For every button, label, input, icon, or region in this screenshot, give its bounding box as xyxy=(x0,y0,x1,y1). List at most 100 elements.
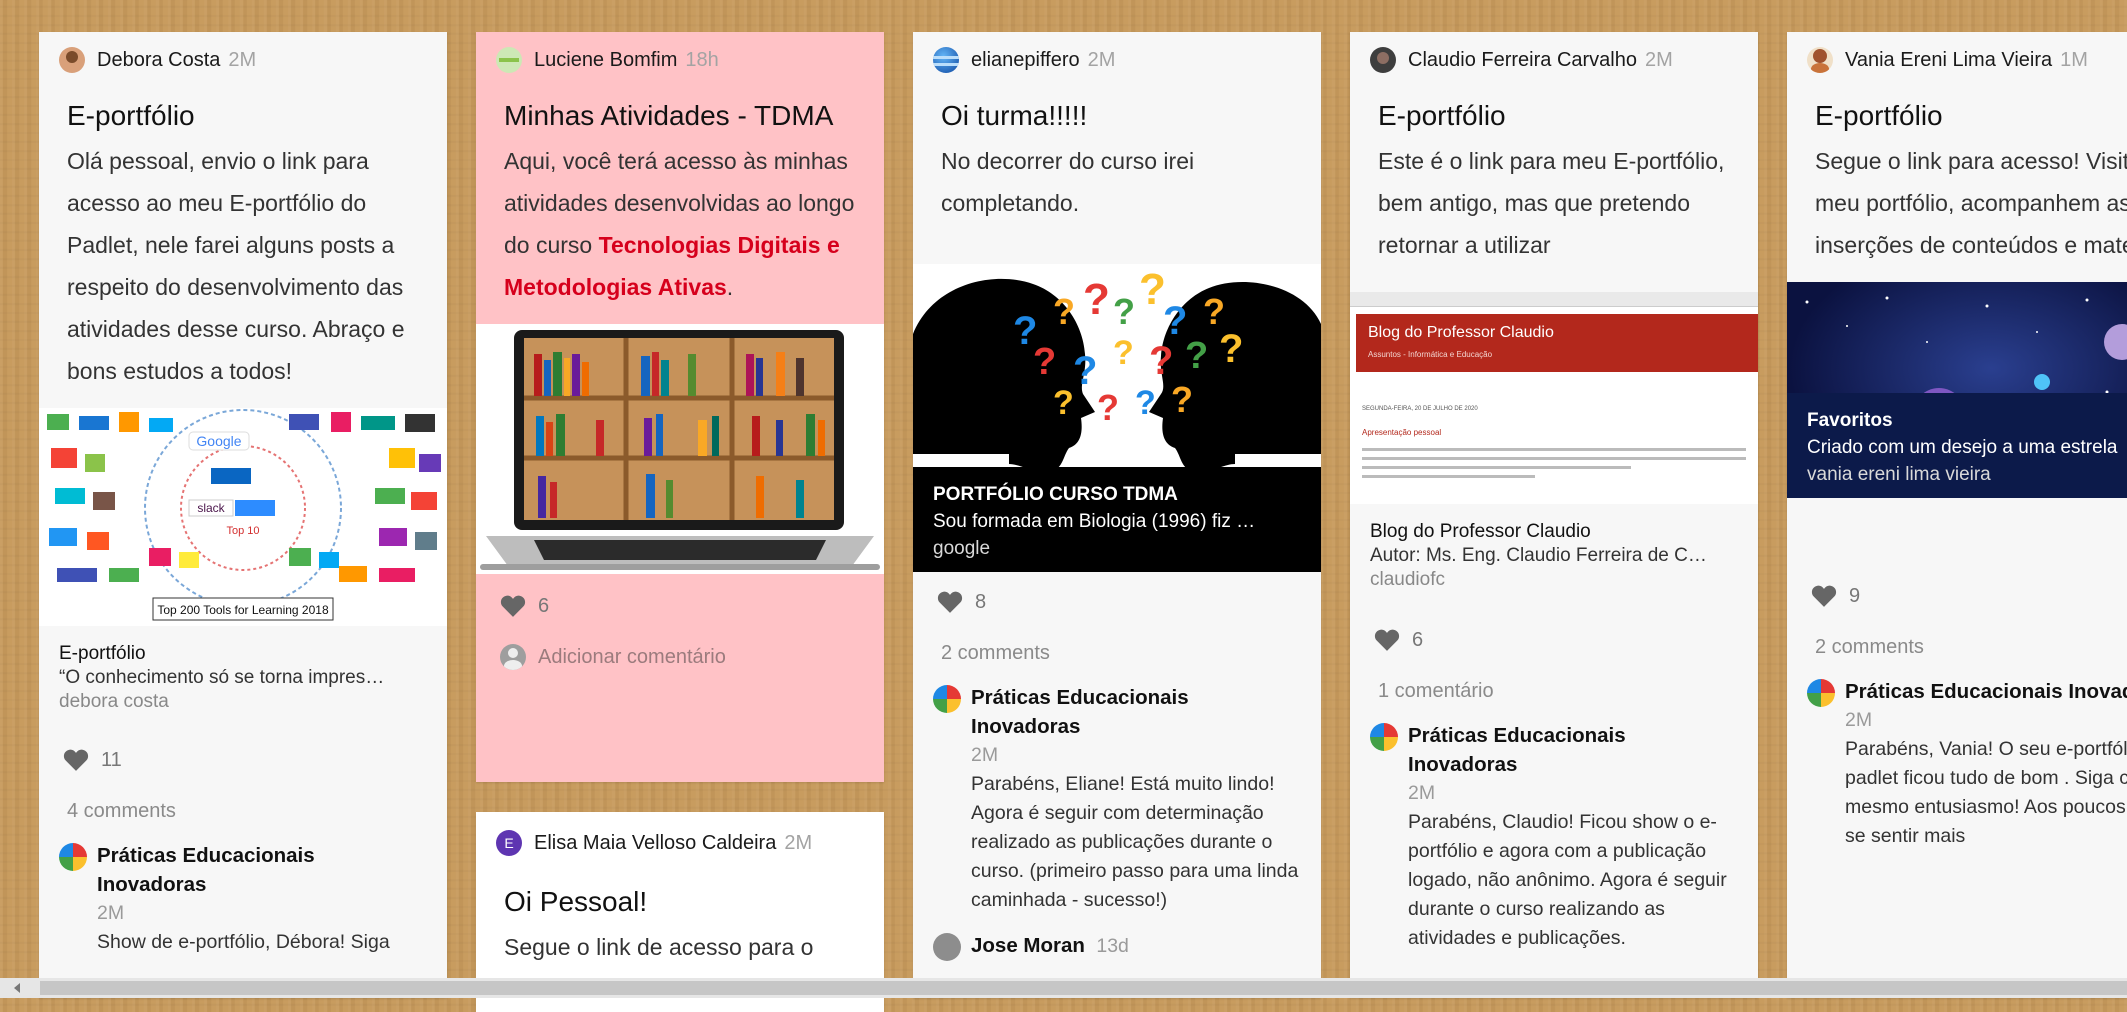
commenter-name: Práticas Educacionais Inovadoras xyxy=(1408,724,1626,776)
post-title: Oi turma!!!!! xyxy=(941,100,1088,131)
post-time: 2M xyxy=(784,831,813,854)
comment-time: 2M xyxy=(1408,782,1436,804)
author-avatar xyxy=(59,47,85,73)
tools-collage-image: Google slack Top 10 Top 200 Tools for Le… xyxy=(47,409,441,621)
comment: Práticas Educacionais Inovadoras 2M Show… xyxy=(39,837,447,957)
svg-text:?: ? xyxy=(1113,334,1134,372)
post-card-vania[interactable]: Vania Ereni Lima Vieira 1M E-portfólio S… xyxy=(1787,32,2127,998)
heart-icon xyxy=(500,595,526,617)
comments-count[interactable]: 2 comments xyxy=(1787,626,2127,673)
attachment-description: Criado com um desejo a uma estrela xyxy=(1807,437,2118,458)
attachment-thumbnail[interactable]: Blog do Professor Claudio Assuntos - Inf… xyxy=(1350,292,1758,504)
post-body: Aqui, você terá acesso às minhas ativida… xyxy=(476,138,884,324)
attachment-description: “O conhecimento só se torna impres… xyxy=(59,667,385,688)
svg-text:?: ? xyxy=(1113,291,1135,332)
blog-header-subtitle: Assuntos - Informática e Educação xyxy=(1368,350,1493,359)
svg-text:?: ? xyxy=(1097,387,1119,428)
attachment-description: Autor: Ms. Eng. Claudio Ferreira de C… xyxy=(1370,545,1707,566)
heart-icon xyxy=(1374,629,1400,651)
comment: Jose Moran 13d xyxy=(913,915,1321,961)
post-title: E-portfólio xyxy=(1378,100,1506,131)
svg-text:?: ? xyxy=(1149,339,1173,383)
post-title: E-portfólio xyxy=(67,100,195,131)
attachment-source: debora costa xyxy=(59,691,169,712)
attachment-title: E-portfólio xyxy=(59,643,146,664)
author-avatar xyxy=(496,47,522,73)
comments-count[interactable]: 1 comentário xyxy=(1350,670,1758,717)
attachment-title: Blog do Professor Claudio xyxy=(1370,521,1591,542)
commenter-avatar xyxy=(59,843,87,871)
post-header: Debora Costa 2M xyxy=(39,32,447,88)
like-button[interactable]: 9 xyxy=(1787,498,2127,626)
commenter-name: Práticas Educacionais Inovadoras xyxy=(971,686,1189,738)
svg-text:?: ? xyxy=(1053,291,1075,332)
author-avatar: E xyxy=(496,830,522,856)
laptop-bookshelf-image xyxy=(480,330,880,570)
post-title: Oi Pessoal! xyxy=(504,886,648,917)
like-count: 11 xyxy=(101,748,122,771)
attachment-meta[interactable]: PORTFÓLIO CURSO TDMA Sou formada em Biol… xyxy=(913,467,1321,572)
post-time: 2M xyxy=(228,48,257,71)
scrollbar-thumb[interactable] xyxy=(40,981,2127,995)
author-name: Luciene Bomfim xyxy=(534,48,678,71)
comment: Práticas Educacionais Inovadoras 2M Para… xyxy=(1350,717,1758,953)
post-body-end: . xyxy=(726,274,734,300)
attachment-source: claudiofc xyxy=(1370,569,1445,590)
post-body: Segue o link de acesso para o xyxy=(504,934,814,960)
like-count: 6 xyxy=(538,594,550,617)
blog-date: SEGUNDA-FEIRA, 20 DE JULHO DE 2020 xyxy=(1362,406,1478,412)
attachment-thumbnail[interactable]: Favoritos Criado com um desejo a uma est… xyxy=(1787,282,2127,498)
heart-icon xyxy=(63,749,89,771)
svg-text:Top 10: Top 10 xyxy=(226,525,259,537)
like-button[interactable]: 11 xyxy=(39,726,447,790)
comment-text: Parabéns, Eliane! Está muito lindo! Agor… xyxy=(971,773,1299,911)
comments-count[interactable]: 2 comments xyxy=(913,632,1321,679)
scroll-left-arrow-icon[interactable] xyxy=(14,983,20,993)
like-count: 8 xyxy=(975,590,987,613)
attachment-meta[interactable]: Favoritos Criado com um desejo a uma est… xyxy=(1787,393,2127,498)
commenter-name: Práticas Educacionais Inovadoras xyxy=(1845,680,2127,703)
author-avatar xyxy=(933,47,959,73)
like-button[interactable]: 8 xyxy=(913,572,1321,632)
post-card-claudio[interactable]: Claudio Ferreira Carvalho 2M E-portfólio… xyxy=(1350,32,1758,998)
post-time: 18h xyxy=(685,48,719,71)
post-header: Luciene Bomfim 18h xyxy=(476,32,884,88)
author-name: elianepiffero xyxy=(971,48,1080,71)
post-card-debora[interactable]: Debora Costa 2M E-portfólio Olá pessoal,… xyxy=(39,32,447,998)
add-comment-label: Adicionar comentário xyxy=(538,645,726,668)
like-count: 6 xyxy=(1412,628,1424,651)
svg-text:?: ? xyxy=(1163,299,1187,343)
comment-time: 2M xyxy=(971,744,999,766)
author-avatar xyxy=(1370,47,1396,73)
svg-text:slack: slack xyxy=(197,501,225,515)
post-header: Claudio Ferreira Carvalho 2M xyxy=(1350,32,1758,88)
like-button[interactable]: 6 xyxy=(476,574,884,636)
post-body: Segue o link para acesso! Visitem meu po… xyxy=(1815,148,2127,258)
svg-text:?: ? xyxy=(1139,265,1166,314)
comment: Práticas Educacionais Inovadoras 2M Para… xyxy=(913,679,1321,915)
post-body: Olá pessoal, envio o link para acesso ao… xyxy=(67,148,405,384)
attachment-source: google xyxy=(933,538,991,559)
post-card-luciene[interactable]: Luciene Bomfim 18h Minhas Atividades - T… xyxy=(476,32,884,782)
horizontal-scrollbar[interactable] xyxy=(0,978,2127,998)
comment-time: 13d xyxy=(1096,935,1129,957)
blog-header: Blog do Professor Claudio Assuntos - Inf… xyxy=(1356,314,1758,372)
post-card-eliane[interactable]: elianepiffero 2M Oi turma!!!!! No decorr… xyxy=(913,32,1321,998)
comments-count[interactable]: 4 comments xyxy=(39,790,447,837)
commenter-avatar xyxy=(1370,723,1398,751)
attachment-thumbnail[interactable]: Google slack Top 10 Top 200 Tools for Le… xyxy=(39,408,447,626)
attachment-meta[interactable]: E-portfólio “O conhecimento só se torna … xyxy=(39,626,447,726)
add-comment-button[interactable]: Adicionar comentário xyxy=(476,636,884,690)
attachment-meta[interactable]: Blog do Professor Claudio Autor: Ms. Eng… xyxy=(1350,504,1758,604)
svg-text:?: ? xyxy=(1073,349,1097,393)
author-name: Elisa Maia Velloso Caldeira xyxy=(534,831,777,854)
like-count: 9 xyxy=(1849,584,1861,607)
like-button[interactable]: 6 xyxy=(1350,604,1758,670)
comment-text: Show de e-portfólio, Débora! Siga xyxy=(97,931,390,953)
attachment-title: Favoritos xyxy=(1807,410,1893,431)
attachment-thumbnail[interactable]: ? ? ? ? ? ? ? ? ? ? ? ? ? ? ? ? ? PORTFÓ… xyxy=(913,264,1321,572)
blog-post-title: Apresentação pessoal xyxy=(1362,428,1442,437)
heart-icon xyxy=(1811,585,1837,607)
attachment-thumbnail[interactable] xyxy=(476,324,884,574)
svg-text:?: ? xyxy=(1185,335,1208,377)
